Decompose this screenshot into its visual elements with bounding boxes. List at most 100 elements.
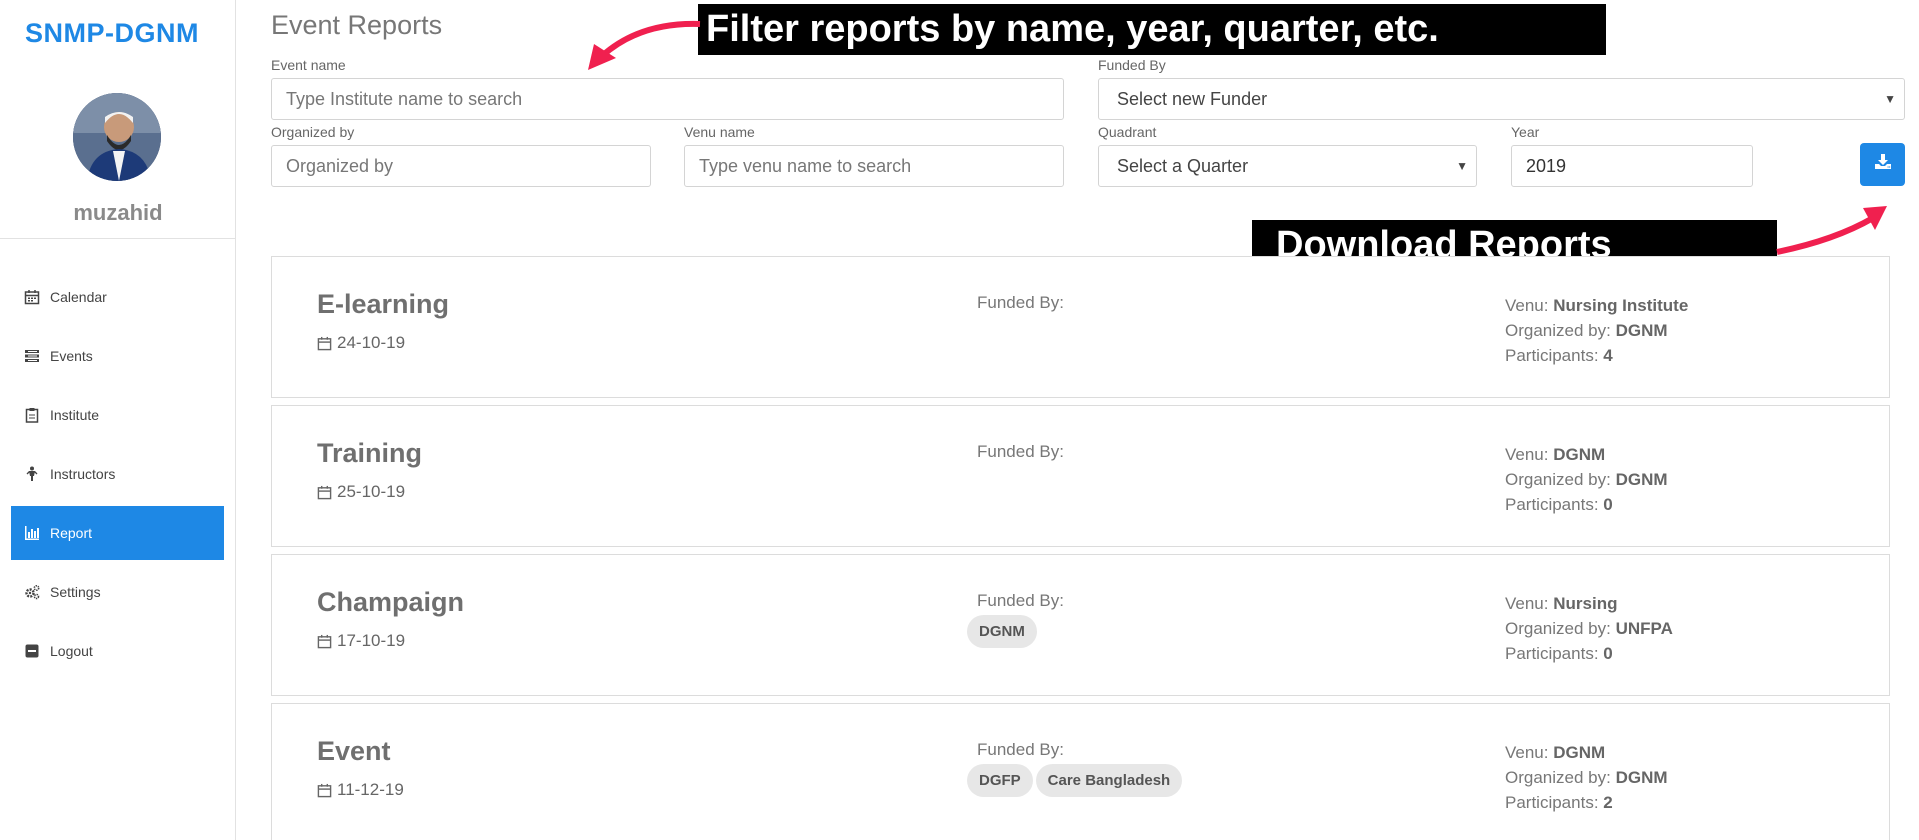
venue-label: Venu: xyxy=(1505,594,1549,613)
participants-value: 0 xyxy=(1603,644,1613,663)
venue-label: Venu: xyxy=(1505,296,1549,315)
funded-by-label: Funded By: xyxy=(977,591,1064,610)
funder-chip[interactable]: DGFP xyxy=(967,764,1033,797)
event-title: Training xyxy=(317,438,423,468)
sidebar-item-calendar[interactable]: Calendar xyxy=(11,270,224,324)
event-date-text: 17-10-19 xyxy=(337,631,406,650)
organized-value: DGNM xyxy=(1615,321,1668,340)
funded-by-label: Funded By xyxy=(1098,57,1166,73)
venue-name-input[interactable] xyxy=(684,145,1064,187)
sidebar-item-institute[interactable]: Institute xyxy=(11,388,224,442)
sidebar: SNMP-DGNM muzahid Calendar Events Instit… xyxy=(0,0,236,840)
organized-label: Organized by: xyxy=(1505,321,1611,340)
funder-chip[interactable]: DGNM xyxy=(967,615,1037,648)
sidebar-item-instructors[interactable]: Instructors xyxy=(11,447,224,501)
sidebar-nav: Calendar Events Institute Instructors Re… xyxy=(11,270,224,683)
sidebar-item-label: Instructors xyxy=(50,466,116,482)
quadrant-select[interactable]: Select a Quarter ▼ xyxy=(1098,145,1477,187)
funded-by-selected: Select new Funder xyxy=(1117,88,1268,109)
event-card[interactable]: Training 25-10-19 Funded By: Venu: DGNM … xyxy=(271,405,1890,547)
avatar[interactable] xyxy=(73,93,161,181)
sidebar-item-label: Settings xyxy=(50,584,101,600)
participants-value: 0 xyxy=(1603,495,1613,514)
caret-down-icon: ▼ xyxy=(1456,159,1468,173)
caret-down-icon: ▼ xyxy=(1884,92,1896,106)
venue-label: Venu: xyxy=(1505,743,1549,762)
download-button[interactable] xyxy=(1860,143,1905,186)
event-info: Venu: DGNM Organized by: DGNM Participan… xyxy=(1505,740,1668,815)
sidebar-item-settings[interactable]: Settings xyxy=(11,565,224,619)
venue-value: DGNM xyxy=(1553,743,1606,762)
sidebar-item-label: Institute xyxy=(50,407,100,423)
sidebar-item-label: Report xyxy=(50,525,93,541)
download-arrow-icon xyxy=(1776,206,1887,255)
funder-chip[interactable]: Care Bangladesh xyxy=(1035,764,1183,797)
sidebar-item-logout[interactable]: Logout xyxy=(11,624,224,678)
organized-label: Organized by: xyxy=(1505,619,1611,638)
event-date: 24-10-19 xyxy=(317,333,405,353)
funded-by-select[interactable]: Select new Funder ▼ xyxy=(1098,78,1905,120)
funder-chips: DGNM xyxy=(967,615,1040,648)
organized-value: DGNM xyxy=(1615,470,1668,489)
sidebar-divider xyxy=(0,238,236,239)
avatar-image xyxy=(73,93,161,181)
sidebar-item-report[interactable]: Report xyxy=(11,506,224,560)
gears-icon xyxy=(23,583,41,601)
organized-value: UNFPA xyxy=(1615,619,1673,638)
funded-by-label: Funded By: xyxy=(977,740,1064,759)
funded-by-label: Funded By: xyxy=(977,442,1064,461)
year-input[interactable] xyxy=(1511,145,1753,187)
event-title: E-learning xyxy=(317,289,450,319)
funder-chips: DGFP Care Bangladesh xyxy=(967,764,1185,797)
clipboard-icon xyxy=(23,406,41,424)
venue-value: DGNM xyxy=(1553,445,1606,464)
venue-name-label: Venu name xyxy=(684,124,755,140)
event-card[interactable]: Champaign 17-10-19 Funded By: DGNM Venu:… xyxy=(271,554,1890,696)
calendar-icon xyxy=(317,336,332,351)
person-icon xyxy=(23,465,41,483)
event-date-text: 11-12-19 xyxy=(337,780,404,799)
sidebar-item-label: Events xyxy=(50,348,93,364)
year-label: Year xyxy=(1511,124,1540,140)
organized-by-input[interactable] xyxy=(271,145,651,187)
list-icon xyxy=(23,347,41,365)
event-title: Champaign xyxy=(317,587,465,617)
username: muzahid xyxy=(73,200,163,225)
sidebar-item-events[interactable]: Events xyxy=(11,329,224,383)
event-name-input[interactable] xyxy=(271,78,1064,120)
event-date: 25-10-19 xyxy=(317,482,405,502)
organized-label: Organized by: xyxy=(1505,768,1611,787)
sidebar-item-label: Logout xyxy=(50,643,93,659)
sidebar-item-label: Calendar xyxy=(50,289,107,305)
participants-label: Participants: xyxy=(1505,793,1599,812)
bar-chart-icon xyxy=(23,524,41,542)
download-icon xyxy=(1874,153,1892,176)
venue-value: Nursing Institute xyxy=(1553,296,1689,315)
calendar-icon xyxy=(317,485,332,500)
event-card[interactable]: Event 11-12-19 Funded By: DGFP Care Bang… xyxy=(271,703,1890,840)
participants-label: Participants: xyxy=(1505,644,1599,663)
organized-value: DGNM xyxy=(1615,768,1668,787)
event-info: Venu: Nursing Organized by: UNFPA Partic… xyxy=(1505,591,1673,666)
event-card[interactable]: E-learning 24-10-19 Funded By: Venu: Nur… xyxy=(271,256,1890,398)
quadrant-selected: Select a Quarter xyxy=(1117,155,1249,176)
calendar-icon xyxy=(317,634,332,649)
funded-by-label: Funded By: xyxy=(977,293,1064,312)
calendar-icon xyxy=(317,783,332,798)
event-info: Venu: DGNM Organized by: DGNM Participan… xyxy=(1505,442,1668,517)
event-date: 11-12-19 xyxy=(317,780,404,800)
event-title: Event xyxy=(317,736,391,766)
participants-label: Participants: xyxy=(1505,495,1599,514)
logout-icon xyxy=(23,642,41,660)
filter-callout: Filter reports by name, year, quarter, e… xyxy=(698,4,1606,55)
brand-logo[interactable]: SNMP-DGNM xyxy=(0,18,224,49)
participants-label: Participants: xyxy=(1505,346,1599,365)
event-name-label: Event name xyxy=(271,57,346,73)
event-info: Venu: Nursing Institute Organized by: DG… xyxy=(1505,293,1688,368)
quadrant-label: Quadrant xyxy=(1098,124,1157,140)
participants-value: 4 xyxy=(1603,346,1613,365)
event-date-text: 24-10-19 xyxy=(337,333,406,352)
organized-label: Organized by: xyxy=(1505,470,1611,489)
event-date-text: 25-10-19 xyxy=(337,482,406,501)
filter-arrow-icon xyxy=(588,20,701,70)
